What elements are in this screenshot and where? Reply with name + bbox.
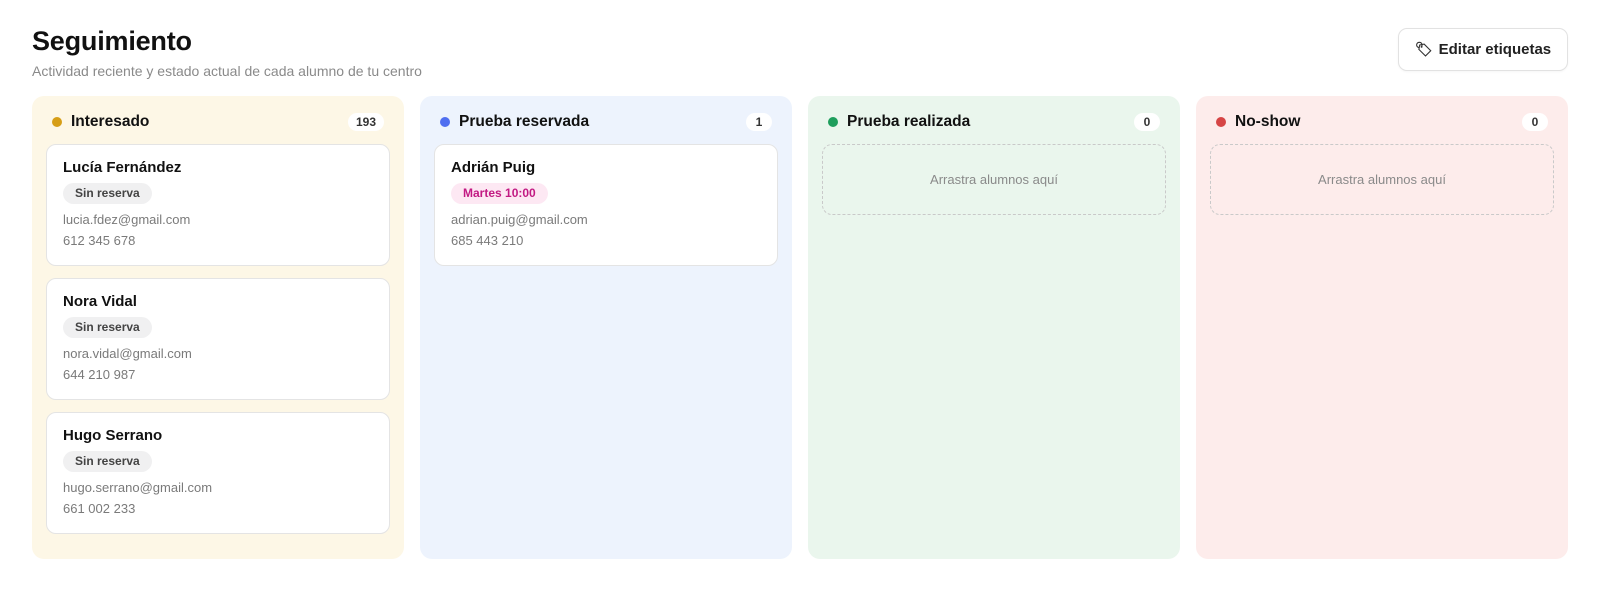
drop-zone[interactable]: Arrastra alumnos aquí	[822, 144, 1166, 215]
student-phone: 685 443 210	[451, 233, 524, 248]
column-title: Prueba reservada	[459, 113, 590, 130]
edit-labels-label: Editar etiquetas	[1438, 41, 1552, 58]
tag-icon: 🏷	[1414, 41, 1433, 57]
student-email: adrian.puig@gmail.com	[451, 212, 588, 227]
column-header: Interesado 193	[46, 110, 390, 134]
student-card[interactable]: Lucía Fernández Sin reserva lucia.fdez@g…	[46, 144, 390, 266]
column-header: Prueba realizada 0	[822, 110, 1166, 134]
student-email: hugo.serrano@gmail.com	[63, 480, 213, 495]
drop-zone[interactable]: Arrastra alumnos aquí	[1210, 144, 1554, 215]
status-dot	[440, 117, 450, 127]
column-count-badge: 0	[1134, 113, 1160, 131]
status-dot	[828, 117, 838, 127]
student-name: Adrián Puig	[451, 159, 536, 176]
student-name: Lucía Fernández	[63, 159, 182, 176]
booking-status-chip: Sin reserva	[63, 183, 152, 204]
column-prueba-reservada[interactable]: Prueba reservada 1 Adrián Puig Martes 10…	[420, 96, 792, 559]
student-phone: 612 345 678	[63, 233, 136, 248]
student-name: Hugo Serrano	[63, 427, 163, 444]
column-count-badge: 193	[347, 113, 384, 131]
edit-labels-button[interactable]: 🏷 Editar etiquetas	[1398, 28, 1568, 71]
booking-status-chip: Sin reserva	[63, 451, 152, 472]
booking-time-chip: Martes 10:00	[451, 183, 548, 204]
student-email: lucia.fdez@gmail.com	[63, 212, 191, 227]
page-subtitle: Actividad reciente y estado actual de ca…	[32, 63, 422, 79]
column-count-badge: 0	[1522, 113, 1548, 131]
column-title: No-show	[1235, 113, 1301, 130]
student-name: Nora Vidal	[63, 293, 137, 310]
status-dot	[1216, 117, 1226, 127]
column-no-show[interactable]: No-show 0 Arrastra alumnos aquí	[1196, 96, 1568, 559]
student-phone: 644 210 987	[63, 367, 136, 382]
student-email: nora.vidal@gmail.com	[63, 346, 192, 361]
status-dot	[52, 117, 62, 127]
page-header: Seguimiento Actividad reciente y estado …	[32, 26, 422, 79]
page-title: Seguimiento	[32, 26, 192, 56]
column-prueba-realizada[interactable]: Prueba realizada 0 Arrastra alumnos aquí	[808, 96, 1180, 559]
student-card[interactable]: Adrián Puig Martes 10:00 adrian.puig@gma…	[434, 144, 778, 266]
column-title: Prueba realizada	[847, 113, 971, 130]
kanban-board: Interesado 193 Lucía Fernández Sin reser…	[32, 96, 1568, 559]
student-phone: 661 002 233	[63, 501, 136, 516]
column-count-badge: 1	[746, 113, 772, 131]
follow-up-page: Seguimiento Actividad reciente y estado …	[0, 0, 1600, 589]
column-header: No-show 0	[1210, 110, 1554, 134]
student-card[interactable]: Hugo Serrano Sin reserva hugo.serrano@gm…	[46, 412, 390, 534]
column-title: Interesado	[71, 113, 150, 130]
column-header: Prueba reservada 1	[434, 110, 778, 134]
booking-status-chip: Sin reserva	[63, 317, 152, 338]
column-interesado[interactable]: Interesado 193 Lucía Fernández Sin reser…	[32, 96, 404, 559]
student-card[interactable]: Nora Vidal Sin reserva nora.vidal@gmail.…	[46, 278, 390, 400]
